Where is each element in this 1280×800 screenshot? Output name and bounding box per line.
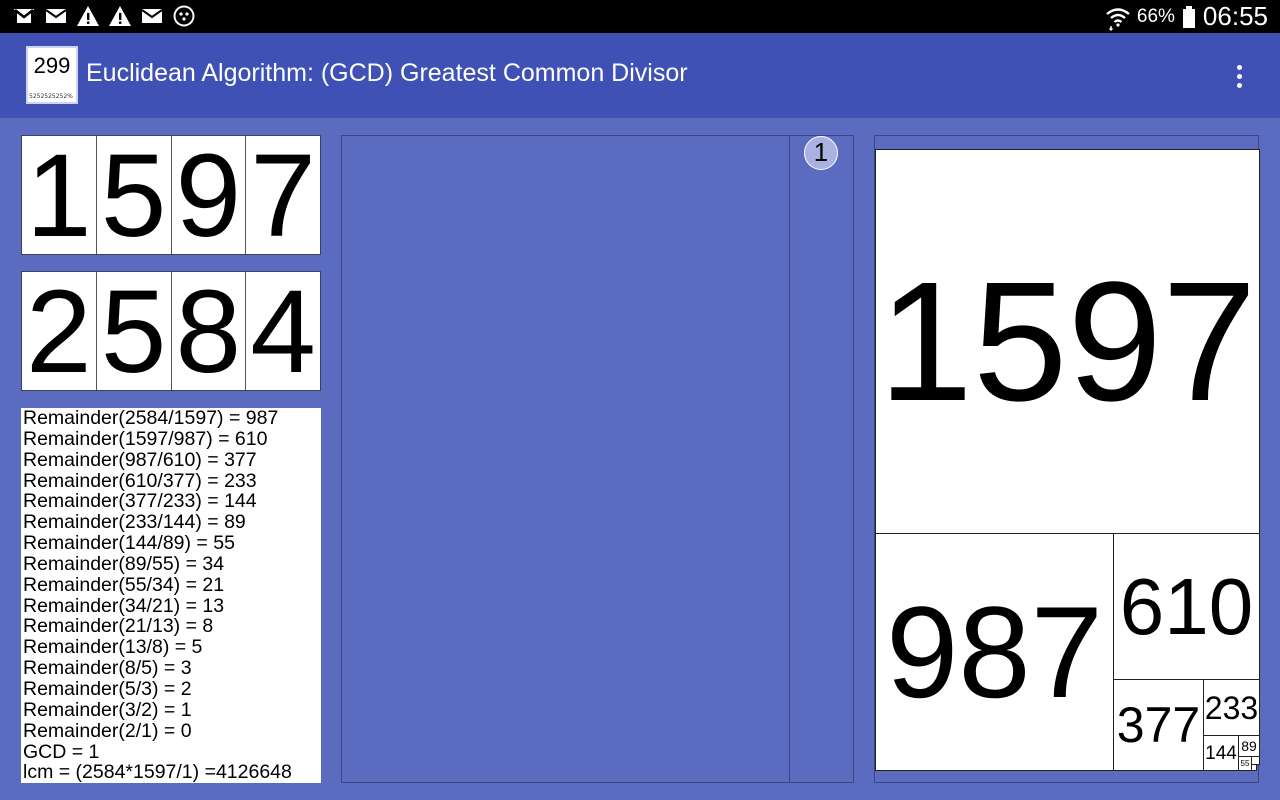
dots-icon (172, 4, 196, 28)
step-line: Remainder(5/3) = 2 (23, 677, 192, 700)
step-line: Remainder(89/55) = 34 (23, 552, 225, 575)
square-610: 610 (1113, 533, 1260, 680)
square-987: 987 (875, 533, 1114, 771)
digit-b-4[interactable]: 4 (246, 272, 320, 392)
step-count-badge[interactable]: 1 (804, 136, 838, 170)
battery-icon (1182, 5, 1195, 28)
square-small-b (1251, 764, 1257, 771)
gmail-icon (12, 4, 36, 28)
step-line: Remainder(21/13) = 8 (23, 615, 214, 638)
step-line: Remainder(610/377) = 233 (23, 469, 257, 492)
app-logo-subtext: 5252525252% (29, 93, 73, 100)
square-377: 377 (1113, 679, 1204, 771)
app-logo-number: 299 (33, 53, 71, 78)
status-bar: 66% 06:55 (0, 0, 1280, 33)
square-144: 144 (1203, 735, 1239, 771)
step-line: Remainder(8/5) = 3 (23, 657, 192, 680)
square-1597: 1597 (875, 149, 1260, 534)
gcd-visualization: 1597 987 610 377 233 144 89 55 (874, 135, 1260, 783)
number-a-input[interactable]: 1 5 9 7 (21, 135, 321, 256)
step-line: Remainder(1597/987) = 610 (23, 427, 268, 450)
gcd-result: GCD = 1 (23, 740, 100, 763)
middle-panel: 1 (341, 135, 854, 783)
step-line: Remainder(55/34) = 21 (23, 573, 225, 596)
step-line: Remainder(987/610) = 377 (23, 448, 257, 471)
digit-a-2[interactable]: 5 (97, 136, 172, 256)
notification-icons (12, 4, 196, 28)
digit-a-4[interactable]: 7 (246, 136, 320, 256)
step-line: Remainder(2/1) = 0 (23, 719, 192, 742)
email-icon (140, 4, 164, 28)
clock: 06:55 (1202, 1, 1268, 31)
app-bar: 299 5252525252% Euclidean Algorithm: (GC… (0, 33, 1280, 118)
digit-a-1[interactable]: 1 (22, 136, 97, 256)
square-89: 89 (1238, 735, 1260, 757)
steps-panel[interactable]: Remainder(2584/1597) = 987 Remainder(159… (21, 408, 321, 783)
step-line: Remainder(34/21) = 13 (23, 594, 225, 617)
overflow-menu-icon[interactable] (1226, 63, 1254, 91)
step-line: Remainder(13/8) = 5 (23, 636, 203, 659)
digit-a-3[interactable]: 9 (172, 136, 247, 256)
step-line: Remainder(233/144) = 89 (23, 511, 246, 534)
number-b-input[interactable]: 2 5 8 4 (21, 271, 321, 392)
warning-icon (108, 4, 132, 28)
step-line: Remainder(144/89) = 55 (23, 532, 235, 555)
lcm-result: lcm = (2584*1597/1) =4126648 (23, 761, 292, 783)
warning-icon (76, 4, 100, 28)
digit-b-1[interactable]: 2 (22, 272, 97, 392)
square-233: 233 (1203, 679, 1260, 736)
step-line: Remainder(377/233) = 144 (23, 490, 257, 513)
step-line: Remainder(3/2) = 1 (23, 698, 192, 721)
email-icon (44, 4, 68, 28)
panel-divider (789, 136, 790, 782)
app-logo[interactable]: 299 5252525252% (26, 46, 78, 104)
wifi-icon (1105, 5, 1130, 31)
square-55: 55 (1238, 756, 1252, 771)
step-line: Remainder(2584/1597) = 987 (23, 408, 279, 429)
digit-b-3[interactable]: 8 (172, 272, 247, 392)
digit-b-2[interactable]: 5 (97, 272, 172, 392)
system-status: 66% 06:55 (1105, 0, 1268, 33)
app-title: Euclidean Algorithm: (GCD) Greatest Comm… (86, 59, 688, 87)
battery-percent: 66% (1136, 5, 1175, 27)
